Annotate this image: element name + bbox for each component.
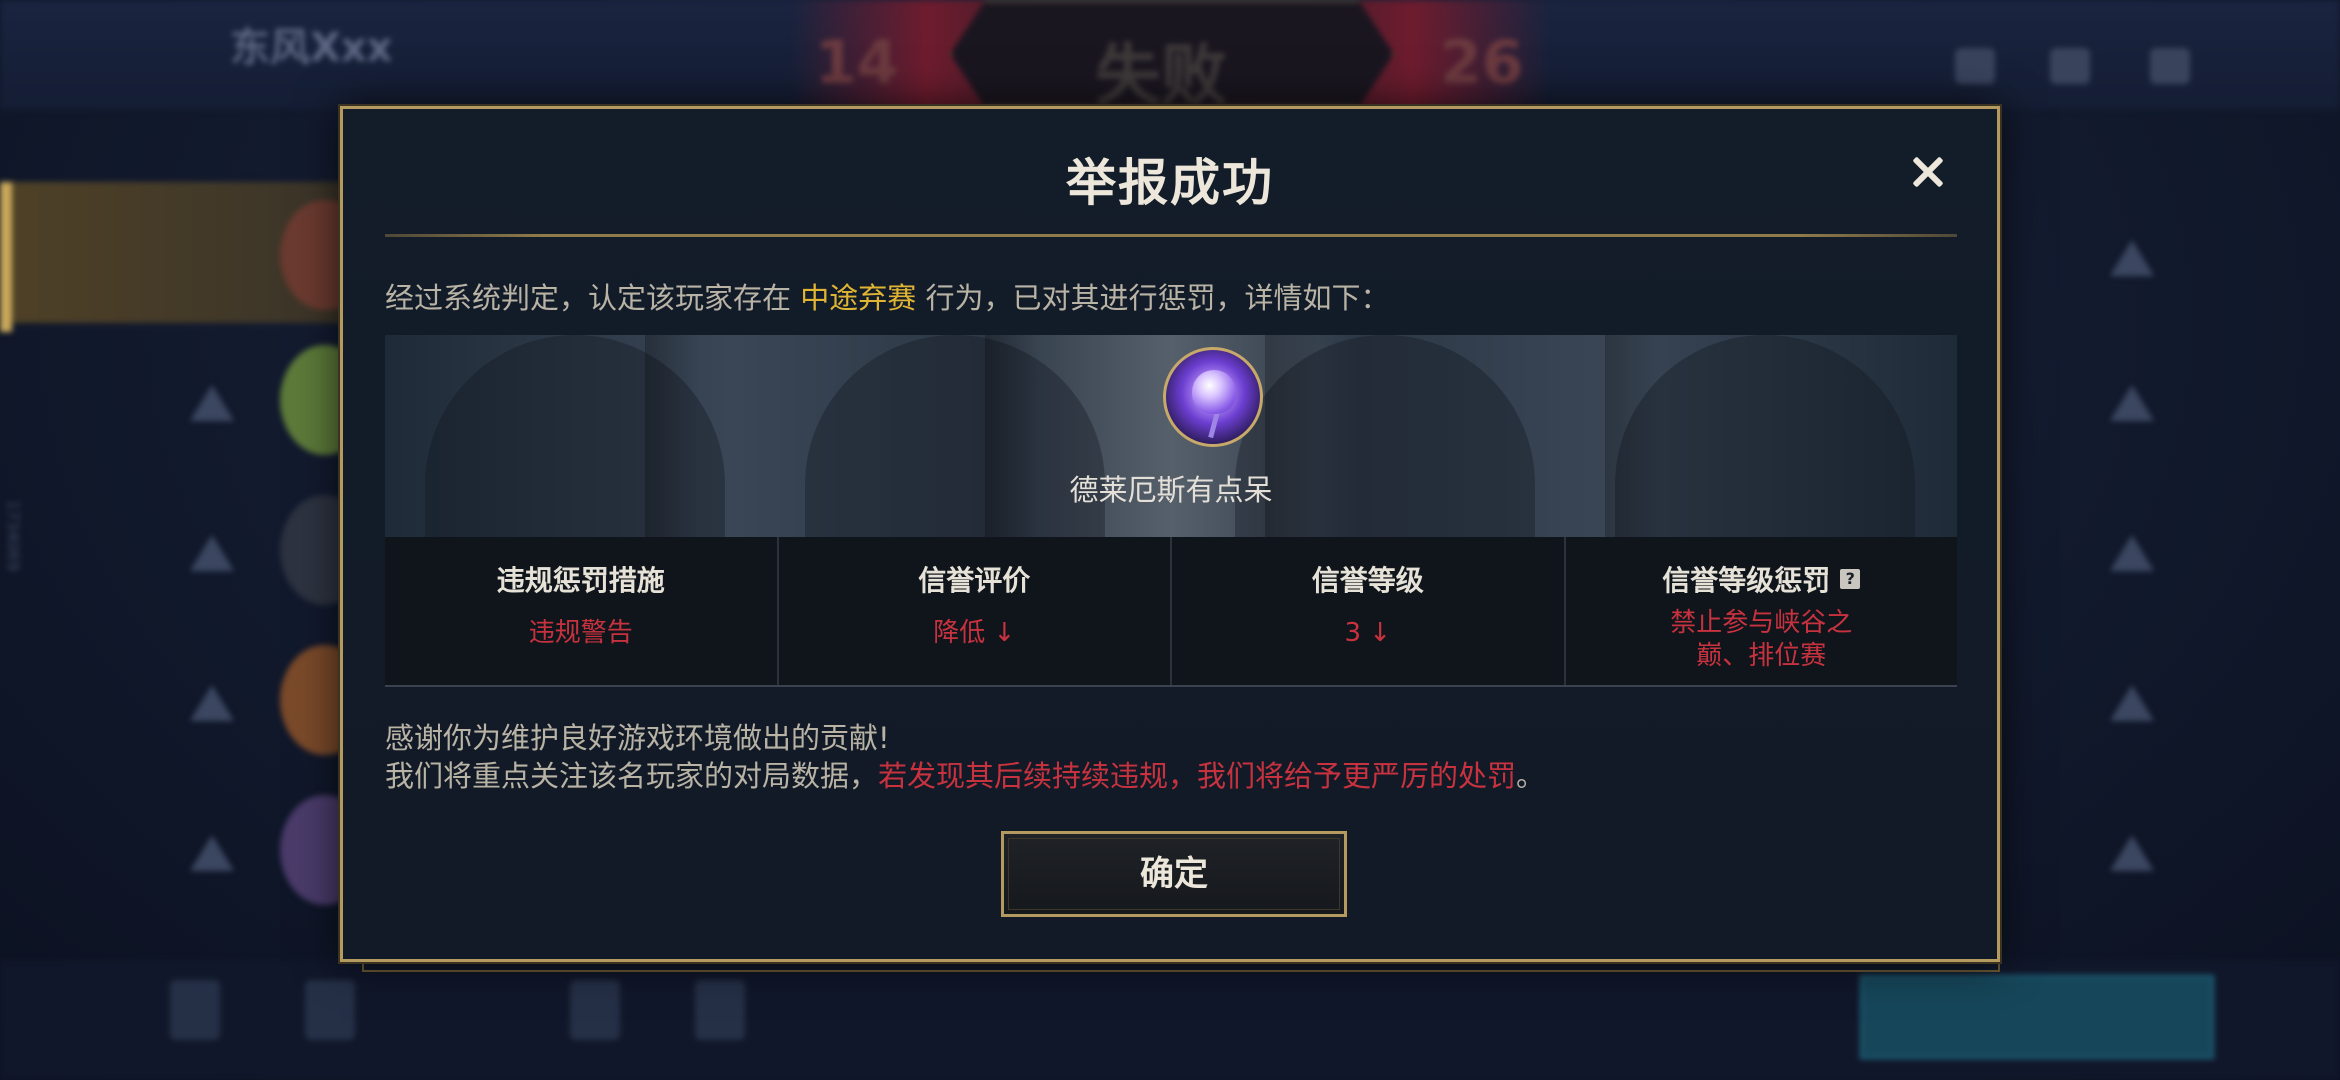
report-success-dialog: 举报成功 经过系统判定，认定该玩家存在 中途弃赛 行为，已对其进行惩罚，详情如下… [340, 106, 2000, 962]
report-icon[interactable] [2110, 685, 2154, 721]
title-divider [385, 234, 1957, 237]
report-icon[interactable] [190, 685, 234, 721]
help-icon[interactable]: ? [1840, 569, 1861, 589]
penalty-value: 违规警告 [528, 618, 633, 648]
penalty-cell-credit-review: 信誉评价 降低 ↓ [779, 537, 1172, 685]
rose-avatar-icon [1163, 347, 1263, 447]
penalty-value-line: 禁止参与峡谷之 [1670, 608, 1853, 638]
thanks-message: 感谢你为维护良好游戏环境做出的贡献! 我们将重点关注该名玩家的对局数据，若发现其… [385, 719, 1545, 795]
reported-player-name: 德莱厄斯有点呆 [1069, 473, 1273, 507]
bg-player-name: 东风Xxx [230, 25, 393, 71]
stat-icon [570, 980, 620, 1040]
penalty-value: 降低 ↓ [933, 618, 1016, 648]
thanks-line-2-suffix: 。 [1516, 759, 1546, 793]
share-icon[interactable] [2050, 48, 2090, 84]
thanks-line-2: 我们将重点关注该名玩家的对局数据，若发现其后续持续违规，我们将给予更严厉的处罚。 [385, 757, 1545, 795]
penalty-header: 违规惩罚措施 [496, 564, 665, 597]
warning-text: 若发现其后续持续违规，我们将给予更严厉的处罚 [878, 759, 1517, 793]
penalty-value: 3 ↓ [1344, 618, 1392, 648]
report-icon[interactable] [2110, 535, 2154, 571]
penalty-cell-measure: 违规惩罚措施 违规警告 [385, 537, 779, 685]
score-left: 14 [815, 28, 899, 98]
thanks-line-1: 感谢你为维护良好游戏环境做出的贡献! [385, 721, 890, 755]
report-icon[interactable] [190, 535, 234, 571]
penalty-value-line: 巅、排位赛 [1696, 641, 1827, 671]
stat-icon [170, 980, 220, 1040]
home-icon[interactable] [1955, 48, 1995, 84]
result-label: 失败 [1095, 37, 1227, 114]
self-marker [0, 182, 12, 332]
score-right: 26 [1440, 28, 1524, 98]
penalty-cell-level-penalty: 信誉等级惩罚? 禁止参与峡谷之 巅、排位赛 [1566, 537, 1958, 685]
report-icon[interactable] [190, 835, 234, 871]
close-icon[interactable] [1905, 149, 1951, 195]
play-again-button[interactable] [1860, 975, 2214, 1059]
report-icon[interactable] [190, 385, 234, 421]
penalty-header: 信誉评价 [918, 564, 1031, 597]
penalty-header: 信誉等级 [1311, 564, 1424, 597]
report-icon[interactable] [2110, 240, 2154, 276]
violation-behavior: 中途弃赛 [800, 281, 917, 315]
penalty-header: 信誉等级惩罚 [1662, 564, 1831, 597]
stat-icon [305, 980, 355, 1040]
settings-icon[interactable] [2150, 48, 2190, 84]
verdict-text: 经过系统判定，认定该玩家存在 中途弃赛 行为，已对其进行惩罚，详情如下： [385, 275, 1389, 317]
confirm-button[interactable]: 确定 [1001, 831, 1347, 917]
report-icon[interactable] [2110, 835, 2154, 871]
thanks-line-2-prefix: 我们将重点关注该名玩家的对局数据， [385, 759, 879, 793]
player-banner: 德莱厄斯有点呆 [385, 335, 1957, 537]
stat-icon [695, 980, 745, 1040]
side-code: 1734069 [4, 500, 23, 572]
penalty-cell-credit-level: 信誉等级 3 ↓ [1172, 537, 1566, 685]
penalty-value: 禁止参与峡谷之 巅、排位赛 [1566, 607, 1958, 673]
dialog-title: 举报成功 [1066, 154, 1274, 212]
penalty-table: 违规惩罚措施 违规警告 信誉评价 降低 ↓ 信誉等级 3 ↓ 信誉等级惩罚? 禁… [385, 537, 1957, 687]
rose-bloom [1192, 370, 1236, 414]
report-icon[interactable] [2110, 385, 2154, 421]
verdict-suffix: 行为，已对其进行惩罚，详情如下： [916, 281, 1390, 315]
verdict-prefix: 经过系统判定，认定该玩家存在 [385, 281, 801, 315]
penalty-header-row: 信誉等级惩罚? [1566, 559, 1958, 599]
